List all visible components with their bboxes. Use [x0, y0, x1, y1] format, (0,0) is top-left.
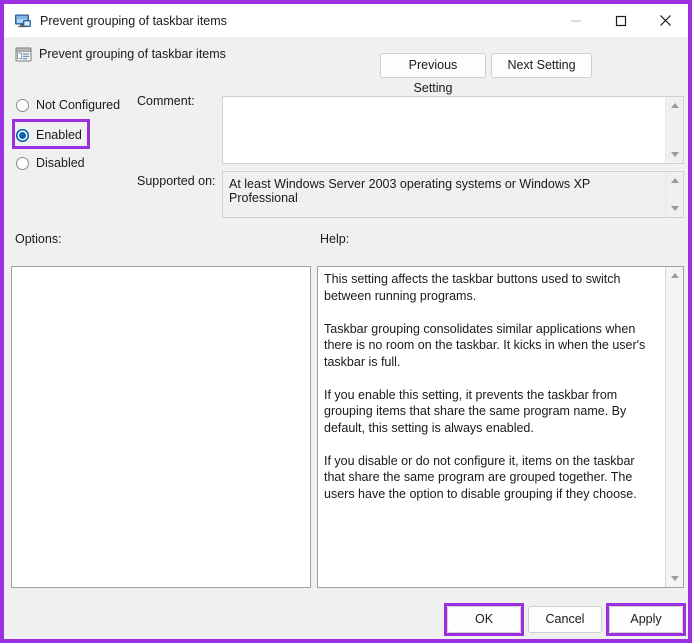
window-title: Prevent grouping of taskbar items	[40, 13, 227, 28]
supported-on-field: At least Windows Server 2003 operating s…	[222, 171, 684, 218]
next-setting-button[interactable]: Next Setting	[491, 53, 592, 78]
options-label: Options:	[15, 232, 62, 246]
ok-button[interactable]: OK	[447, 606, 521, 633]
window-controls	[553, 4, 688, 37]
apply-button[interactable]: Apply	[609, 606, 683, 633]
triangle-up-icon[interactable]	[666, 267, 683, 284]
help-scrollbar[interactable]	[665, 267, 683, 587]
previous-setting-button[interactable]: Previous Setting	[380, 53, 486, 95]
comment-label: Comment:	[137, 94, 195, 108]
cancel-button[interactable]: Cancel	[528, 606, 602, 633]
help-text: This setting affects the taskbar buttons…	[324, 272, 646, 501]
comment-field[interactable]	[222, 96, 684, 164]
help-panel: This setting affects the taskbar buttons…	[317, 266, 684, 588]
close-button[interactable]	[643, 4, 688, 37]
triangle-up-icon[interactable]	[666, 172, 683, 189]
radio-circle-selected-icon	[16, 128, 29, 142]
comment-scrollbar[interactable]	[665, 97, 683, 163]
radio-label-enabled: Enabled	[36, 128, 82, 142]
supported-on-scrollbar[interactable]	[665, 172, 683, 217]
supported-on-value: At least Windows Server 2003 operating s…	[229, 177, 591, 205]
radio-not-configured[interactable]: Not Configured	[16, 95, 120, 115]
triangle-down-icon[interactable]	[666, 200, 683, 217]
policy-setting-dialog: Prevent grouping of taskbar items Preven…	[0, 0, 692, 643]
options-panel[interactable]	[11, 266, 311, 588]
supported-on-label: Supported on:	[137, 174, 216, 188]
computer-monitor-icon	[14, 12, 32, 30]
triangle-down-icon[interactable]	[666, 146, 683, 163]
radio-label-disabled: Disabled	[36, 156, 85, 170]
maximize-button[interactable]	[598, 4, 643, 37]
radio-circle-icon	[16, 98, 29, 112]
policy-setting-icon	[15, 46, 32, 63]
help-label: Help:	[320, 232, 350, 246]
radio-label-not-configured: Not Configured	[36, 98, 121, 112]
triangle-up-icon[interactable]	[666, 97, 683, 114]
comment-input[interactable]	[223, 97, 665, 163]
triangle-down-icon[interactable]	[666, 570, 683, 587]
radio-disabled[interactable]: Disabled	[16, 153, 85, 173]
title-bar: Prevent grouping of taskbar items	[4, 4, 688, 37]
policy-name: Prevent grouping of taskbar items	[39, 47, 226, 61]
dialog-body: Prevent grouping of taskbar items Preven…	[4, 4, 688, 639]
radio-enabled[interactable]: Enabled	[16, 125, 82, 145]
minimize-button[interactable]	[553, 4, 598, 37]
radio-circle-icon	[16, 156, 29, 170]
